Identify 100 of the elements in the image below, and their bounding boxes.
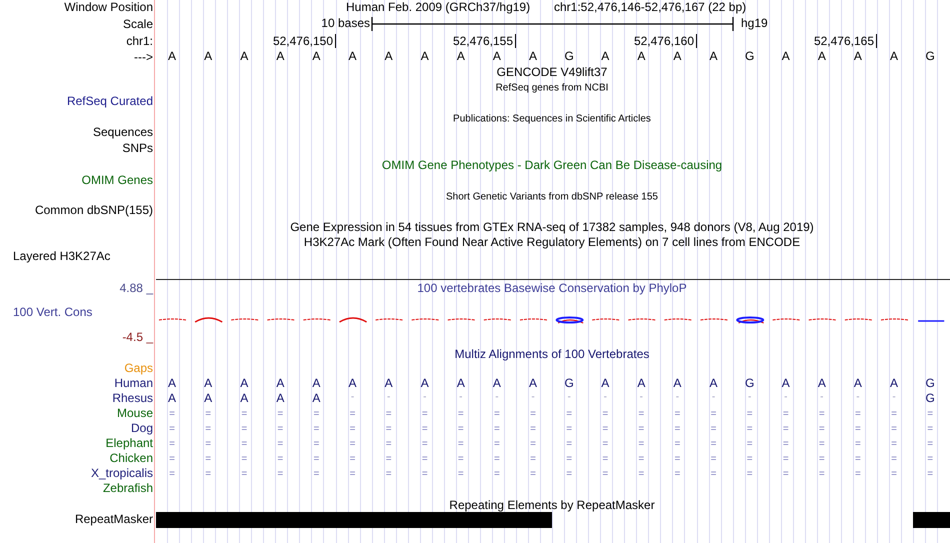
alignment-mark: = xyxy=(530,423,536,435)
base-letter: A xyxy=(168,50,176,64)
base-letter: A xyxy=(492,50,501,64)
alignment-mark: = xyxy=(241,453,248,465)
alignment-mark: = xyxy=(205,438,212,450)
alignment-mark: = xyxy=(386,423,392,435)
gap-dash: - xyxy=(712,391,716,403)
base-letter: A xyxy=(854,377,862,391)
gap-dash: - xyxy=(604,391,607,403)
base-letter: A xyxy=(312,377,320,391)
alignment-mark: = xyxy=(422,453,428,465)
assembly-label: hg19 xyxy=(741,17,768,31)
alignment-mark: = xyxy=(818,408,825,420)
gap-dash: - xyxy=(567,391,571,403)
alignment-mark: = xyxy=(746,423,753,435)
alignment-mark: = xyxy=(277,423,284,435)
alignment-mark: = xyxy=(602,438,608,450)
alignment-mark: = xyxy=(674,423,680,435)
alignment-mark: = xyxy=(891,423,897,435)
strand-arrow: ---> xyxy=(134,51,153,65)
base-letter: A xyxy=(782,377,790,391)
track-title: GENCODE V49lift37 xyxy=(496,66,608,80)
base-letter: A xyxy=(673,50,682,64)
ruler-tick-label: 52,476,160 xyxy=(634,35,694,49)
scale-length: 10 bases xyxy=(321,17,370,31)
alignment-mark: = xyxy=(674,468,680,480)
base-letter: A xyxy=(529,377,538,391)
alignment-mark: = xyxy=(891,408,897,420)
alignment-mark: = xyxy=(602,453,608,465)
base-letter: G xyxy=(564,377,574,391)
species-label: Mouse xyxy=(116,407,153,421)
gap-dash: - xyxy=(495,391,499,403)
alignment-mark: = xyxy=(205,468,212,480)
base-letter: A xyxy=(529,50,538,64)
gap-dash: - xyxy=(386,391,390,403)
alignment-mark: = xyxy=(386,468,392,480)
alignment-mark: = xyxy=(241,423,248,435)
base-letter: A xyxy=(168,377,176,391)
alignment-mark: = xyxy=(530,468,536,480)
alignment-mark: = xyxy=(927,453,934,465)
alignment-mark: = xyxy=(710,468,716,480)
alignment-mark: = xyxy=(818,468,825,480)
alignment-mark: = xyxy=(205,453,212,465)
base-letter: A xyxy=(782,50,790,64)
alignment-mark: = xyxy=(350,438,356,450)
alignment-mark: = xyxy=(710,408,716,420)
alignment-mark: = xyxy=(494,438,500,450)
base-letter: A xyxy=(710,50,718,64)
alignment-mark: = xyxy=(566,438,572,450)
alignment-mark: = xyxy=(818,453,825,465)
base-letter: A xyxy=(240,377,248,391)
base-letter: A xyxy=(818,377,826,391)
base-letter: A xyxy=(276,50,284,64)
species-label: Elephant xyxy=(106,437,153,451)
track-title: Multiz Alignments of 100 Vertebrates xyxy=(454,348,650,362)
alignment-mark: = xyxy=(494,408,500,420)
alignment-mark: = xyxy=(710,453,716,465)
alignment-mark: = xyxy=(638,468,644,480)
alignment-mark: = xyxy=(746,468,753,480)
alignment-mark: = xyxy=(674,453,680,465)
gap-dash: - xyxy=(748,391,752,403)
track-title: 100 vertebrates Basewise Conservation by PhyloP xyxy=(417,282,687,296)
base-letter: A xyxy=(673,377,682,391)
alignment-mark: = xyxy=(314,438,320,450)
track-title: Gene Expression in 54 tissues from GTEx RNA-seq of 17382 samples, 948 donors (V8, Aug 2019) xyxy=(290,221,814,235)
base-letter: A xyxy=(240,50,248,64)
alignment-mark: = xyxy=(458,423,464,435)
base-letter: A xyxy=(168,392,176,406)
alignment-mark: = xyxy=(494,468,500,480)
alignment-mark: = xyxy=(277,408,284,420)
alignment-mark: = xyxy=(241,438,248,450)
gap-dash: - xyxy=(423,391,426,403)
alignment-mark: = xyxy=(638,408,644,420)
species-label: Zebrafish xyxy=(102,482,153,496)
alignment-mark: = xyxy=(314,453,320,465)
base-letter: A xyxy=(204,50,212,64)
ruler-tick-label: 52,476,150 xyxy=(272,35,333,49)
alignment-mark: = xyxy=(674,438,680,450)
alignment-mark: = xyxy=(602,408,608,420)
alignment-mark: = xyxy=(782,423,789,435)
axis-max-label: 4.88 _ xyxy=(120,282,153,296)
alignment-mark: = xyxy=(169,408,175,420)
alignment-mark: = xyxy=(566,468,572,480)
gap-dash: - xyxy=(820,391,824,403)
gap-dash: - xyxy=(676,391,680,403)
base-letter: A xyxy=(204,392,212,406)
gap-dash: - xyxy=(531,391,535,403)
alignment-mark: = xyxy=(169,423,175,435)
alignment-mark: = xyxy=(566,423,572,435)
ruler-tick-label: 52,476,165 xyxy=(814,35,874,49)
alignment-mark: = xyxy=(891,438,897,450)
base-letter: A xyxy=(601,377,610,391)
track-title: Short Genetic Variants from dbSNP release 155 xyxy=(446,191,658,203)
base-letter: A xyxy=(276,377,284,391)
alignment-mark: = xyxy=(169,468,175,480)
base-letter: A xyxy=(492,377,501,391)
alignment-mark: = xyxy=(314,408,320,420)
alignment-mark: = xyxy=(205,423,212,435)
gap-dash: - xyxy=(350,391,354,403)
track-label: Common dbSNP(155) xyxy=(34,204,153,218)
